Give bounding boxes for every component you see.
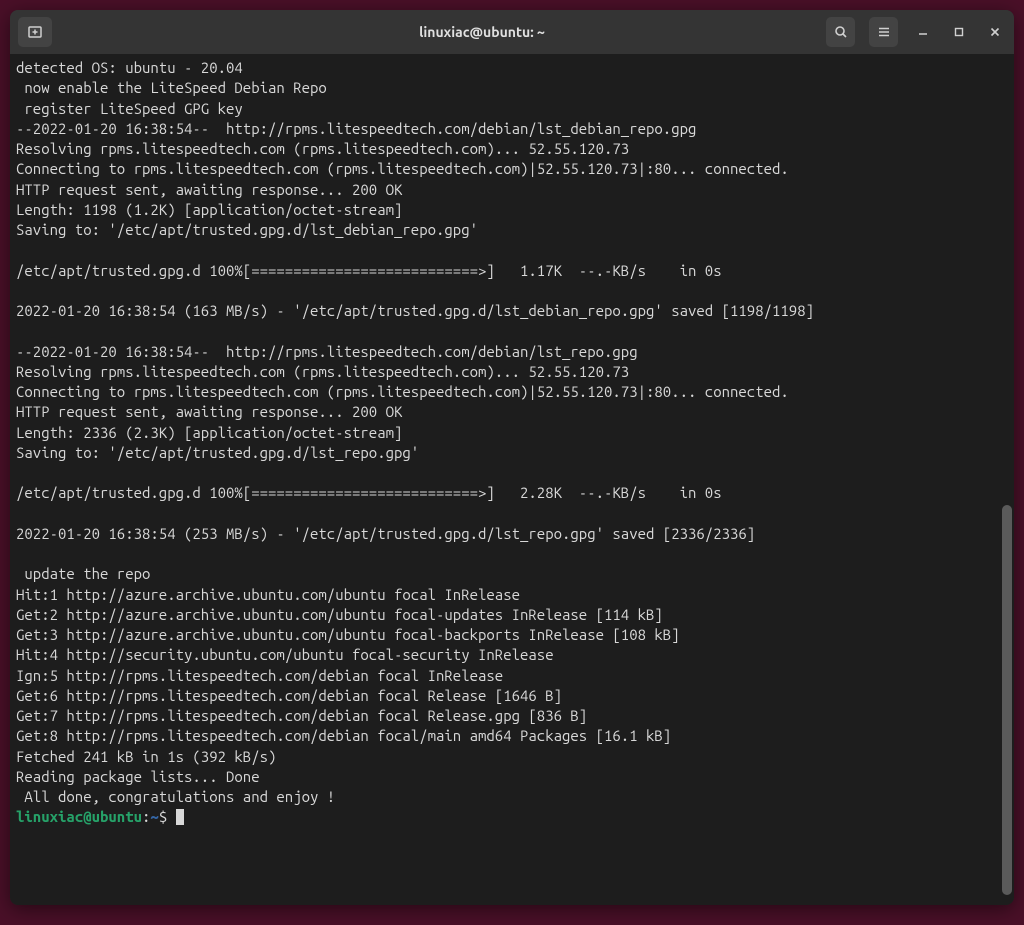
maximize-icon [953,26,965,38]
titlebar: linuxiac@ubuntu: ~ [10,10,1014,54]
scrollbar-thumb[interactable] [1002,505,1012,895]
prompt-symbol: $ [159,808,167,825]
terminal-output: detected OS: ubuntu - 20.04 now enable t… [16,58,1008,807]
terminal-prompt-line[interactable]: linuxiac@ubuntu:~$ [16,807,1008,827]
terminal-body[interactable]: detected OS: ubuntu - 20.04 now enable t… [10,54,1014,905]
hamburger-icon [877,25,891,39]
minimize-button[interactable] [912,20,934,44]
scrollbar[interactable] [1002,54,1012,905]
close-button[interactable] [984,20,1006,44]
close-icon [989,26,1001,38]
prompt-path: ~ [150,808,158,825]
new-tab-button[interactable] [18,17,52,47]
search-icon [834,25,848,39]
minimize-icon [917,26,929,38]
window-title: linuxiac@ubuntu: ~ [138,24,826,40]
prompt-user-host: linuxiac@ubuntu [16,808,142,825]
titlebar-right [826,17,1006,47]
new-tab-icon [27,24,43,40]
menu-button[interactable] [869,17,898,47]
cursor [176,809,184,825]
search-button[interactable] [826,17,855,47]
titlebar-left [18,17,138,47]
terminal-window: linuxiac@ubuntu: ~ [10,10,1014,905]
maximize-button[interactable] [948,20,970,44]
